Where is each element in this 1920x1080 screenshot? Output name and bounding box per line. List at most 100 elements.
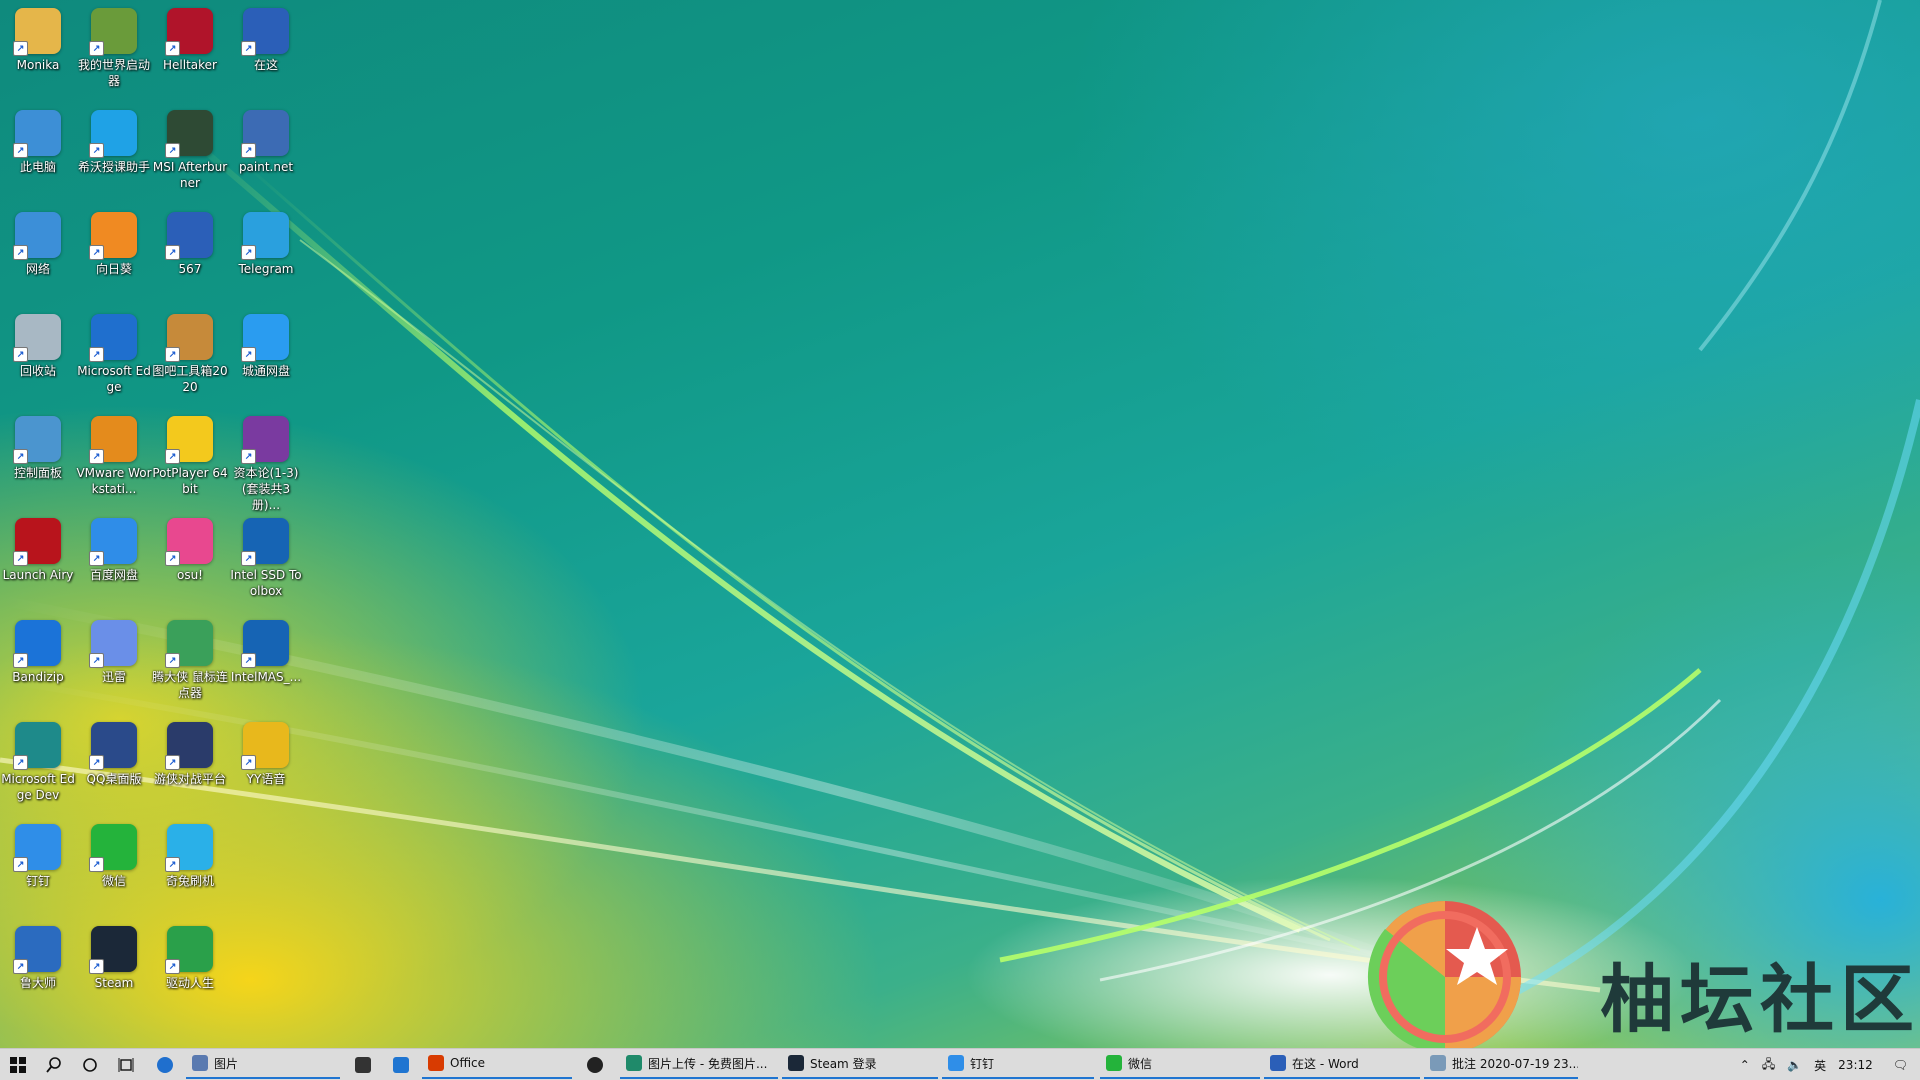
desktop-icon[interactable]: ↗ 百度网盘 bbox=[76, 514, 152, 583]
desktop-icon[interactable]: ↗ Bandizip bbox=[0, 616, 76, 685]
shortcut-arrow-icon: ↗ bbox=[89, 959, 104, 974]
computer-icon: ↗ bbox=[13, 110, 61, 158]
desktop-icon[interactable]: ↗ IntelMAS_... bbox=[228, 616, 304, 685]
desktop-icon[interactable]: ↗ 网络 bbox=[0, 208, 76, 277]
desktop-icon[interactable]: ↗ Monika bbox=[0, 4, 76, 73]
chevron-up-icon[interactable]: ⌃ bbox=[1740, 1058, 1750, 1072]
desktop-icon-label: 游侠对战平台 bbox=[153, 772, 226, 786]
desktop-icon-label: Microsoft Edge Dev bbox=[1, 772, 75, 802]
taskbar-pinned-mail[interactable] bbox=[382, 1049, 420, 1080]
desktop-icon[interactable]: ↗ 回收站 bbox=[0, 310, 76, 379]
taskbar-app-button[interactable]: 图片上传 - 免费图片... bbox=[620, 1049, 778, 1079]
edge-dev-icon: ↗ bbox=[13, 722, 61, 770]
desktop-icon-label: 百度网盘 bbox=[89, 568, 138, 582]
browser-icon bbox=[626, 1055, 642, 1071]
desktop-icon[interactable]: ↗ QQ桌面版 bbox=[76, 718, 152, 787]
taskbar-app-button[interactable]: 钉钉 bbox=[942, 1049, 1094, 1079]
desktop-icon[interactable]: ↗ Telegram bbox=[228, 208, 304, 277]
action-center-icon[interactable]: 🗨 bbox=[1893, 1058, 1908, 1072]
desktop-icon[interactable]: ↗ osu! bbox=[152, 514, 228, 583]
desktop-icon[interactable]: ↗ MSI Afterburner bbox=[152, 106, 228, 191]
taskbar-pinned-store[interactable] bbox=[344, 1049, 382, 1080]
mouse-clicker-icon: ↗ bbox=[165, 620, 213, 668]
search-button[interactable] bbox=[36, 1049, 72, 1080]
shortcut-arrow-icon: ↗ bbox=[13, 347, 28, 362]
office-icon bbox=[428, 1055, 444, 1071]
network-icon: ↗ bbox=[13, 212, 61, 260]
qq-icon bbox=[587, 1057, 603, 1073]
desktop-icon-label: 迅雷 bbox=[101, 670, 126, 684]
desktop-icon[interactable]: ↗ paint.net bbox=[228, 106, 304, 175]
desktop-icon[interactable]: ↗ 希沃授课助手 bbox=[76, 106, 152, 175]
driver-icon: ↗ bbox=[165, 926, 213, 974]
minecraft-icon: ↗ bbox=[89, 8, 137, 56]
network-tray-icon[interactable]: 🖧 bbox=[1762, 1055, 1775, 1076]
desktop-icon-label: 钉钉 bbox=[25, 874, 50, 888]
intel-icon: ↗ bbox=[241, 518, 289, 566]
volume-icon[interactable]: 🔈 bbox=[1787, 1058, 1802, 1072]
taskbar-app-button[interactable]: 微信 bbox=[1100, 1049, 1260, 1079]
desktop-icon[interactable]: ↗ 微信 bbox=[76, 820, 152, 889]
toolbox-icon: ↗ bbox=[165, 314, 213, 362]
thunder-icon: ↗ bbox=[89, 620, 137, 668]
desktop-icon-label: YY语音 bbox=[246, 772, 286, 786]
vmware-icon: ↗ bbox=[89, 416, 137, 464]
desktop-icon[interactable]: ↗ 向日葵 bbox=[76, 208, 152, 277]
input-method-indicator[interactable]: 英 bbox=[1814, 1057, 1826, 1074]
desktop-icon[interactable]: ↗ Launch Airy bbox=[0, 514, 76, 583]
desktop-icon[interactable]: ↗ 此电脑 bbox=[0, 106, 76, 175]
desktop-icon[interactable]: ↗ Helltaker bbox=[152, 4, 228, 73]
search-icon bbox=[46, 1057, 61, 1073]
shortcut-arrow-icon: ↗ bbox=[89, 143, 104, 158]
paint-net-icon: ↗ bbox=[241, 110, 289, 158]
sunflower-icon: ↗ bbox=[89, 212, 137, 260]
desktop-icon[interactable]: ↗ 城通网盘 bbox=[228, 310, 304, 379]
msi-afterburner-icon: ↗ bbox=[165, 110, 213, 158]
shortcut-arrow-icon: ↗ bbox=[13, 755, 28, 770]
taskbar-app-button[interactable]: Steam 登录 bbox=[782, 1049, 938, 1079]
yy-icon: ↗ bbox=[241, 722, 289, 770]
desktop-icon-label: 城通网盘 bbox=[241, 364, 290, 378]
desktop-icon[interactable]: ↗ 567 bbox=[152, 208, 228, 277]
taskbar-app-label: 图片上传 - 免费图片... bbox=[648, 1056, 768, 1071]
taskbar-pinned-qq[interactable] bbox=[576, 1049, 614, 1080]
taskbar-app-button[interactable]: 批注 2020-07-19 23... bbox=[1424, 1049, 1578, 1079]
cortana-button[interactable] bbox=[72, 1049, 108, 1080]
desktop-icon[interactable]: ↗ 我的世界启动器 bbox=[76, 4, 152, 89]
desktop-icon[interactable]: ↗ YY语音 bbox=[228, 718, 304, 787]
desktop-icon[interactable]: ↗ 资本论(1-3)(套装共3册)... bbox=[228, 412, 304, 513]
mail-icon bbox=[393, 1057, 409, 1073]
taskbar-app-photos[interactable]: 图片 bbox=[186, 1049, 340, 1079]
start-button[interactable] bbox=[0, 1049, 36, 1080]
shortcut-arrow-icon: ↗ bbox=[89, 347, 104, 362]
desktop-icon[interactable]: ↗ 图吧工具箱2020 bbox=[152, 310, 228, 395]
photos-icon bbox=[192, 1055, 208, 1071]
shortcut-arrow-icon: ↗ bbox=[89, 449, 104, 464]
desktop-icon-label: 鲁大师 bbox=[19, 976, 56, 990]
desktop-icon[interactable]: ↗ PotPlayer 64 bit bbox=[152, 412, 228, 497]
taskbar-app-button[interactable]: 在这 - Word bbox=[1264, 1049, 1420, 1079]
desktop-icon[interactable]: ↗ 迅雷 bbox=[76, 616, 152, 685]
desktop-icon[interactable]: ↗ 驱动人生 bbox=[152, 922, 228, 991]
task-view-button[interactable] bbox=[108, 1049, 144, 1080]
clock[interactable]: 23:12 bbox=[1838, 1058, 1873, 1072]
desktop-icon[interactable]: ↗ Microsoft Edge Dev bbox=[0, 718, 76, 803]
taskbar-app-button[interactable]: Office bbox=[422, 1049, 572, 1079]
folder-person-icon: ↗ bbox=[13, 8, 61, 56]
desktop-icon[interactable]: ↗ 奇兔刷机 bbox=[152, 820, 228, 889]
taskbar-app-label: 钉钉 bbox=[970, 1056, 995, 1071]
desktop-icon[interactable]: ↗ 控制面板 bbox=[0, 412, 76, 481]
taskbar-pinned-edge[interactable] bbox=[146, 1049, 184, 1080]
desktop-icon[interactable]: ↗ Microsoft Edge bbox=[76, 310, 152, 395]
desktop-icon[interactable]: ↗ Intel SSD Toolbox bbox=[228, 514, 304, 599]
desktop-icon[interactable]: ↗ 在这 bbox=[228, 4, 304, 73]
desktop-icon[interactable]: ↗ 鲁大师 bbox=[0, 922, 76, 991]
desktop-icon[interactable]: ↗ Steam bbox=[76, 922, 152, 991]
desktop-icon[interactable]: ↗ 游侠对战平台 bbox=[152, 718, 228, 787]
telegram-icon: ↗ bbox=[241, 212, 289, 260]
desktop-icon[interactable]: ↗ 腾大侠 鼠标连点器 bbox=[152, 616, 228, 701]
system-tray: ⌃ 🖧 🔈 英 23:12 🗨 bbox=[1734, 1049, 1920, 1080]
desktop-icon[interactable]: ↗ 钉钉 bbox=[0, 820, 76, 889]
desktop-icon[interactable]: ↗ VMware Workstati... bbox=[76, 412, 152, 497]
word-icon bbox=[1270, 1055, 1286, 1071]
